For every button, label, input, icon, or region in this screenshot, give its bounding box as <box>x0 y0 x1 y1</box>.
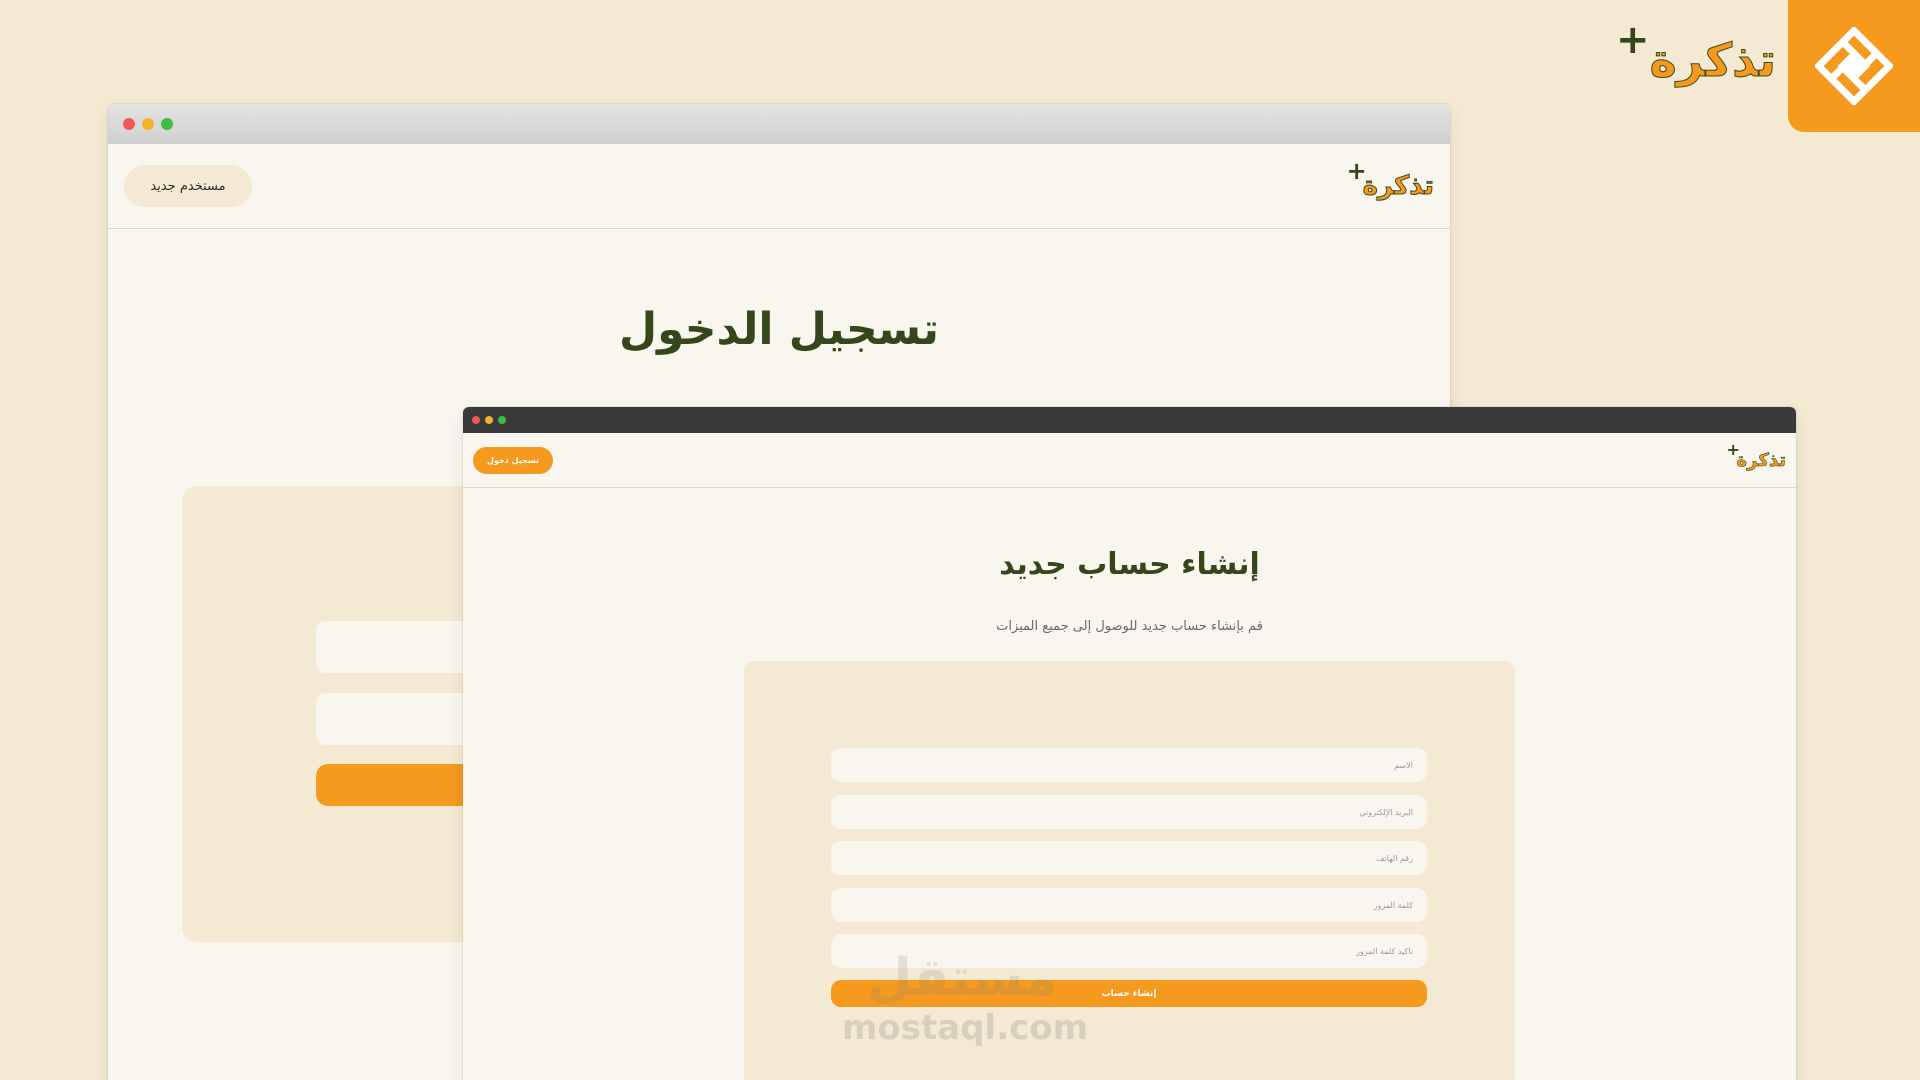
close-window-icon[interactable] <box>123 118 135 130</box>
password-field[interactable] <box>831 888 1427 922</box>
plus-icon: + <box>1726 439 1740 459</box>
window-titlebar <box>108 104 1450 144</box>
close-window-icon[interactable] <box>472 416 480 424</box>
new-user-button[interactable]: مستخدم جديد <box>124 165 252 207</box>
page-title: تسجيل الدخول <box>618 304 940 355</box>
page-subtitle: قم بإنشاء حساب جديد للوصول إلى جميع المي… <box>996 619 1263 634</box>
plus-icon: + <box>1346 157 1367 185</box>
minimize-window-icon[interactable] <box>142 118 154 130</box>
site-logo[interactable]: تذكرة + <box>1727 441 1787 471</box>
minimize-window-icon[interactable] <box>485 416 493 424</box>
site-logo[interactable]: تذكرة + <box>1347 159 1435 202</box>
brand-wordmark: + تذكرة <box>1612 17 1777 100</box>
page-title: إنشاء حساب جديد <box>999 547 1260 582</box>
confirm-password-field[interactable] <box>831 934 1427 968</box>
geometric-knot-icon <box>1815 27 1893 105</box>
window-titlebar <box>463 407 1796 433</box>
email-field[interactable] <box>831 795 1427 829</box>
maximize-window-icon[interactable] <box>161 118 173 130</box>
maximize-window-icon[interactable] <box>498 416 506 424</box>
brand-name: تذكرة <box>1649 33 1776 88</box>
brand-badge <box>1788 0 1920 132</box>
register-browser-window: تسجيل دخول تذكرة + إنشاء حساب جديد قم بإ… <box>463 407 1796 1080</box>
phone-field[interactable] <box>831 841 1427 875</box>
site-logo-text: تذكرة <box>1736 449 1786 471</box>
create-account-button[interactable]: إنشاء حساب <box>831 980 1427 1007</box>
site-header: تسجيل دخول تذكرة + <box>463 433 1796 488</box>
login-button[interactable]: تسجيل دخول <box>473 446 553 474</box>
plus-icon: + <box>1616 17 1650 63</box>
name-field[interactable] <box>831 748 1427 782</box>
site-logo-text: تذكرة <box>1362 171 1434 202</box>
site-header: مستخدم جديد تذكرة + <box>108 144 1450 229</box>
